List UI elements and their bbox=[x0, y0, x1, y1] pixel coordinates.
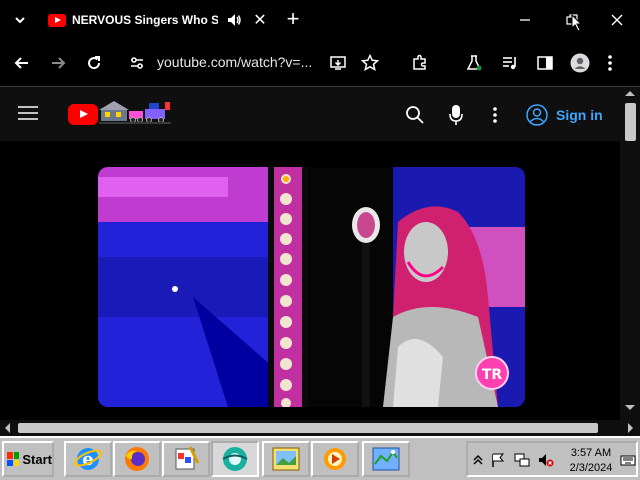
labs-flask-icon bbox=[466, 55, 482, 71]
internet-explorer-icon: e bbox=[74, 448, 102, 470]
scroll-right-arrow[interactable] bbox=[628, 423, 633, 433]
mouse-cursor-icon bbox=[571, 14, 583, 32]
horizontal-scrollbar[interactable] bbox=[0, 420, 640, 436]
guide-menu-button[interactable] bbox=[18, 105, 38, 121]
video-player[interactable]: TR bbox=[98, 167, 525, 407]
media-player-icon bbox=[324, 448, 346, 470]
browser-menu-button[interactable] bbox=[599, 52, 621, 74]
firefox-icon bbox=[125, 447, 149, 471]
settings-menu-button[interactable] bbox=[492, 105, 498, 125]
search-icon bbox=[406, 106, 424, 124]
install-app-icon bbox=[330, 56, 346, 70]
side-panel-button[interactable] bbox=[534, 52, 556, 74]
back-button[interactable] bbox=[11, 52, 33, 74]
windows-flag-icon bbox=[7, 452, 20, 466]
hamburger-menu-icon bbox=[18, 106, 38, 120]
page-content: TR bbox=[0, 141, 620, 420]
tab-search-dropdown[interactable] bbox=[10, 10, 30, 30]
install-app-button[interactable] bbox=[327, 52, 349, 74]
youtube-doodle-logo[interactable] bbox=[99, 99, 171, 125]
labs-button[interactable] bbox=[463, 52, 485, 74]
sign-in-button[interactable]: Sign in bbox=[526, 101, 603, 129]
bookmark-star-icon bbox=[361, 54, 379, 72]
clock-time[interactable]: 3:57 AM bbox=[566, 447, 616, 459]
minimize-icon bbox=[520, 19, 530, 21]
browser-app-icon bbox=[222, 447, 248, 471]
bookmark-button[interactable] bbox=[359, 52, 381, 74]
vertical-scroll-thumb[interactable] bbox=[625, 103, 636, 141]
close-window-button[interactable] bbox=[607, 10, 627, 30]
audio-icon[interactable] bbox=[226, 12, 242, 28]
taskbar-media-player-button[interactable] bbox=[311, 441, 359, 477]
extensions-button[interactable] bbox=[409, 52, 431, 74]
tab-close-button[interactable]: ✕ bbox=[252, 10, 268, 30]
voice-search-button[interactable] bbox=[449, 104, 463, 126]
profile-button[interactable] bbox=[569, 52, 591, 74]
tab-title: NERVOUS Singers Who SH bbox=[72, 13, 218, 27]
video-frame: TR bbox=[98, 167, 525, 407]
show-hidden-icons-icon[interactable] bbox=[470, 452, 486, 468]
scroll-left-arrow[interactable] bbox=[5, 423, 10, 433]
browser-toolbar: youtube.com/watch?v=... bbox=[0, 40, 640, 86]
account-icon bbox=[526, 104, 548, 126]
chevron-down-icon bbox=[15, 17, 25, 24]
reload-icon bbox=[88, 56, 101, 70]
more-vert-icon bbox=[493, 107, 497, 123]
site-settings-icon bbox=[131, 57, 143, 69]
taskbar-paint-button[interactable] bbox=[162, 441, 210, 477]
browser-tab-bar: NERVOUS Singers Who SH ✕ + bbox=[0, 0, 640, 40]
scroll-up-arrow[interactable] bbox=[625, 91, 635, 96]
clock-date[interactable]: 2/3/2024 bbox=[564, 462, 618, 474]
taskbar-firefox-button[interactable] bbox=[113, 441, 161, 477]
horizontal-scroll-thumb[interactable] bbox=[18, 423, 598, 433]
minimize-button[interactable] bbox=[515, 10, 535, 30]
youtube-masthead: Sign in bbox=[0, 87, 620, 141]
network-map-icon bbox=[372, 447, 400, 471]
media-control-button[interactable] bbox=[499, 52, 521, 74]
action-center-flag-icon[interactable] bbox=[490, 452, 506, 468]
scroll-down-arrow[interactable] bbox=[625, 405, 635, 410]
new-tab-button[interactable]: + bbox=[283, 8, 303, 31]
volume-muted-icon[interactable] bbox=[538, 452, 554, 468]
extensions-icon bbox=[413, 54, 426, 70]
start-button[interactable]: Start bbox=[2, 441, 54, 477]
browser-tab[interactable]: NERVOUS Singers Who SH ✕ bbox=[40, 6, 270, 34]
media-control-icon bbox=[503, 57, 516, 70]
keyboard-icon[interactable] bbox=[620, 452, 636, 468]
profile-icon bbox=[570, 53, 590, 73]
taskbar: Start e 3:57 AM 2/3/2024 bbox=[0, 436, 640, 480]
taskbar-network-button[interactable] bbox=[362, 441, 410, 477]
taskbar-image-viewer-button[interactable] bbox=[262, 441, 310, 477]
address-bar[interactable]: youtube.com/watch?v=... bbox=[157, 54, 312, 70]
search-button[interactable] bbox=[405, 105, 425, 125]
start-label: Start bbox=[22, 451, 52, 467]
site-settings-button[interactable] bbox=[126, 52, 148, 74]
back-arrow-icon bbox=[14, 57, 28, 69]
taskbar-browser-button[interactable] bbox=[211, 441, 259, 477]
youtube-favicon bbox=[48, 13, 66, 27]
system-tray: 3:57 AM 2/3/2024 bbox=[466, 441, 638, 477]
vertical-scrollbar[interactable] bbox=[620, 87, 640, 420]
paint-icon bbox=[175, 446, 200, 470]
sign-in-label: Sign in bbox=[556, 107, 603, 123]
reload-button[interactable] bbox=[83, 52, 105, 74]
youtube-logo[interactable] bbox=[68, 104, 98, 125]
network-status-icon[interactable] bbox=[514, 452, 530, 468]
svg-text:TR: TR bbox=[482, 367, 503, 383]
taskbar-ie-button[interactable]: e bbox=[64, 441, 112, 477]
microphone-icon bbox=[449, 105, 463, 125]
forward-arrow-icon bbox=[52, 57, 66, 69]
image-viewer-icon bbox=[272, 447, 300, 471]
forward-button[interactable] bbox=[47, 52, 69, 74]
close-icon bbox=[611, 14, 623, 26]
side-panel-icon bbox=[537, 56, 553, 70]
more-vert-icon bbox=[608, 55, 612, 71]
